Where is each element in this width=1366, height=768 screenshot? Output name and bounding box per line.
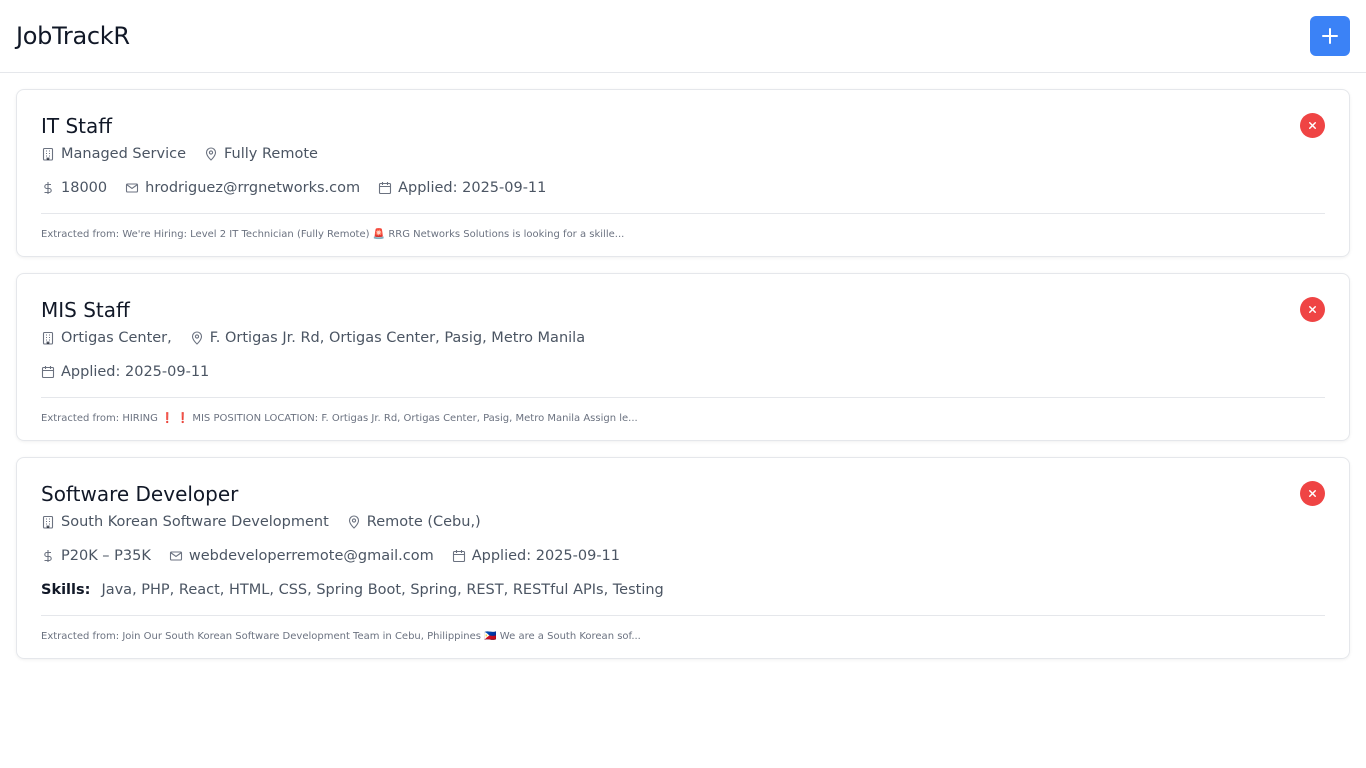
close-icon [1309, 490, 1316, 497]
location-text: F. Ortigas Jr. Rd, Ortigas Center, Pasig… [209, 330, 586, 346]
mail-icon [126, 183, 139, 193]
extracted-snippet: Extracted from: Join Our South Korean So… [41, 630, 641, 642]
job-title: MIS Staff [41, 298, 130, 322]
email: hrodriguez@rrgnetworks.com [125, 180, 360, 196]
building-icon [42, 331, 54, 345]
salary-text: P20K – P35K [61, 548, 151, 564]
map-pin-icon [348, 515, 359, 529]
job-list: IT Staff Managed Service Fully Remote 18… [0, 73, 1366, 659]
applied-date: Applied: 2025-09-11 [452, 548, 620, 564]
company-name: Ortigas Center, [61, 330, 172, 346]
location: Fully Remote [204, 146, 318, 162]
company: Managed Service [41, 146, 186, 162]
salary-text: 18000 [61, 180, 108, 196]
location: Remote (Cebu,) [347, 514, 481, 530]
job-title: Software Developer [41, 482, 239, 506]
dollar-icon [44, 182, 52, 194]
applied-date: Applied: 2025-09-11 [41, 364, 209, 380]
job-card: IT Staff Managed Service Fully Remote 18… [16, 89, 1350, 257]
app-title: JobTrackR [16, 22, 130, 50]
skills-label: Skills: [41, 582, 91, 598]
salary: P20K – P35K [41, 548, 151, 564]
close-icon [1309, 122, 1316, 129]
delete-job-button[interactable] [1300, 297, 1325, 322]
company-name: South Korean Software Development [61, 514, 329, 530]
job-card: Software Developer South Korean Software… [16, 457, 1350, 659]
location-text: Remote (Cebu,) [366, 514, 481, 530]
location: F. Ortigas Jr. Rd, Ortigas Center, Pasig… [190, 330, 585, 346]
map-pin-icon [191, 331, 202, 345]
plus-icon [1322, 28, 1338, 44]
close-icon [1309, 306, 1316, 313]
extracted-snippet: Extracted from: HIRING ❗ ❗ MIS POSITION … [41, 412, 638, 424]
email: webdeveloperremote@gmail.com [169, 548, 434, 564]
applied-text: Applied: 2025-09-11 [471, 548, 621, 564]
building-icon [42, 147, 54, 161]
email-text: webdeveloperremote@gmail.com [188, 548, 434, 564]
delete-job-button[interactable] [1300, 481, 1325, 506]
dollar-icon [44, 550, 52, 562]
building-icon [42, 515, 54, 529]
company-name: Managed Service [61, 146, 186, 162]
job-title: IT Staff [41, 114, 113, 138]
location-text: Fully Remote [224, 146, 318, 162]
applied-text: Applied: 2025-09-11 [61, 364, 210, 380]
add-job-button[interactable] [1310, 16, 1350, 56]
mail-icon [169, 551, 182, 561]
delete-job-button[interactable] [1300, 113, 1325, 138]
extracted-snippet: Extracted from: We're Hiring: Level 2 IT… [41, 228, 625, 240]
job-card: MIS Staff Ortigas Center, F. Ortigas Jr.… [16, 273, 1350, 441]
calendar-icon [41, 366, 55, 379]
company: South Korean Software Development [41, 514, 329, 530]
calendar-icon [379, 182, 392, 195]
top-bar: JobTrackR [0, 0, 1366, 73]
skills-list: Java, PHP, React, HTML, CSS, Spring Boot… [101, 582, 664, 598]
skills-row: Skills: Java, PHP, React, HTML, CSS, Spr… [41, 578, 1325, 602]
company: Ortigas Center, [41, 330, 172, 346]
salary: 18000 [41, 180, 107, 196]
applied-date: Applied: 2025-09-11 [378, 180, 546, 196]
map-pin-icon [205, 147, 217, 161]
email-text: hrodriguez@rrgnetworks.com [145, 180, 361, 196]
applied-text: Applied: 2025-09-11 [398, 180, 547, 196]
calendar-icon [452, 550, 465, 563]
